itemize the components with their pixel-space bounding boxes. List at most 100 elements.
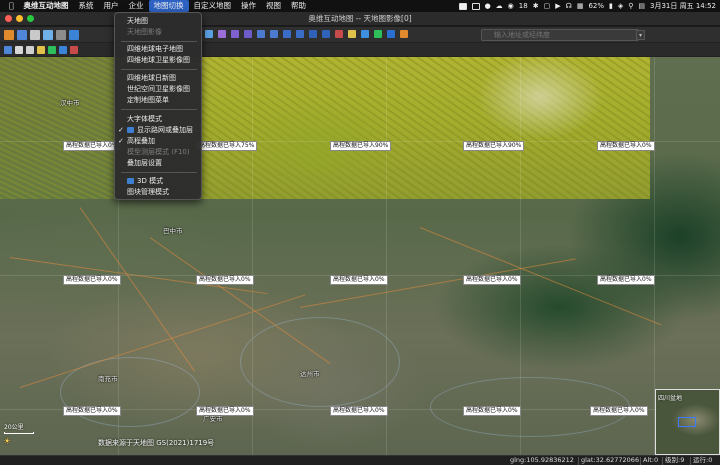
menu-enterprise[interactable]: 企业 [124, 0, 149, 12]
menu-help[interactable]: 帮助 [286, 0, 311, 12]
menu-user[interactable]: 用户 [99, 0, 124, 12]
city-label[interactable]: 南充市 [98, 373, 118, 383]
tile-label: 高程数据已导入0% [330, 275, 388, 285]
city-label[interactable]: 达州市 [300, 368, 320, 378]
checkmark-icon: ✓ [118, 137, 124, 145]
battery-icon[interactable]: ▮ [609, 0, 613, 12]
menu-item-label: 四维地球电子地图 [127, 45, 183, 53]
layers-icon[interactable] [43, 29, 53, 40]
area-icon[interactable] [270, 30, 278, 38]
navigation-icon[interactable] [309, 30, 317, 38]
menu-item-large-font[interactable]: 大字体模式 [115, 114, 201, 125]
route-icon[interactable] [283, 30, 291, 38]
city-label[interactable]: 汉中市 [60, 97, 80, 107]
scale-label: 20公里 [4, 424, 24, 431]
minimap-viewport[interactable] [678, 417, 696, 427]
menu-item-siwei-satellite[interactable]: 四维地球卫星影像图 [115, 55, 201, 66]
map-view[interactable]: 高程数据已导入0% 高程数据已导入75% 高程数据已导入90% 高程数据已导入9… [0, 57, 720, 455]
delete-icon[interactable] [70, 45, 78, 54]
menu-operation[interactable]: 操作 [236, 0, 261, 12]
favorites-icon[interactable] [400, 30, 408, 38]
menu-item-tile-manager[interactable]: 图块管理模式 [115, 187, 201, 198]
menu-item-label: 四维地球卫星影像图 [127, 56, 190, 64]
tile-label: 高程数据已导入0% [196, 275, 254, 285]
pushpin-icon[interactable] [37, 45, 45, 54]
mic-icon[interactable]: ● [485, 0, 491, 12]
menu-view[interactable]: 视图 [261, 0, 286, 12]
search-dropdown-icon[interactable]: ▾ [636, 30, 645, 40]
location-icon[interactable] [374, 30, 382, 38]
compass-icon[interactable] [322, 30, 330, 38]
doc-icon[interactable] [4, 45, 12, 54]
menu-item-siwei-vector[interactable]: 四维地球电子地图 [115, 44, 201, 55]
search-input[interactable] [481, 29, 639, 41]
menu-custom-map[interactable]: 自定义地图 [189, 0, 237, 12]
menu-app-name[interactable]: 奥维互动地图 [19, 0, 74, 12]
page-icon[interactable] [15, 45, 23, 54]
datetime: 3月31日 周五 14:52 [650, 2, 716, 10]
menu-item-3d-mode[interactable]: 3D 模式 [115, 176, 201, 187]
save-icon[interactable] [17, 29, 27, 40]
cloud-sync-icon[interactable] [387, 30, 395, 38]
menu-map-switch[interactable]: 地图切换 [148, 0, 189, 12]
overview-minimap[interactable]: 四川盆地 [655, 389, 720, 455]
marker-red-icon[interactable] [335, 30, 343, 38]
menu-item-siwei-daily[interactable]: 四维地球日新图 [115, 73, 201, 84]
ovital-logo: ☀ [3, 437, 12, 447]
control-center-icon[interactable]: ▤ [638, 0, 645, 12]
folder-icon[interactable] [4, 29, 14, 40]
run-readout: 运行:0 [693, 456, 713, 464]
window-tray-icon[interactable] [471, 2, 480, 10]
info-icon[interactable] [361, 30, 369, 38]
bluetooth-icon[interactable]: ✱ [533, 0, 539, 12]
polygon-icon[interactable] [244, 30, 252, 38]
menu-item-show-roads[interactable]: ✓ 显示路网或叠加层 [115, 125, 201, 136]
menubar:  奥维互动地图 系统 用户 企业 地图切换 自定义地图 操作 视图 帮助 ● … [0, 0, 720, 12]
apple-icon[interactable]:  [4, 0, 19, 12]
track-icon[interactable] [296, 30, 304, 38]
note-icon[interactable] [26, 45, 34, 54]
city-label[interactable]: 广安市 [203, 413, 223, 423]
cloud-icon[interactable]: ☁ [496, 0, 503, 12]
menu-item-label: 3D 模式 [137, 177, 164, 185]
app-tray-icon[interactable] [458, 2, 467, 10]
polyline-icon[interactable] [231, 30, 239, 38]
menubar-status: ● ☁ ◉ 18 ✱ ▢ ▶ ☊ ▦ 62% ▮ ◈ ⚲ ▤ 3月31日 周五 … [458, 0, 716, 12]
wifi-icon[interactable]: ◈ [618, 0, 623, 12]
flag-icon[interactable] [48, 45, 56, 54]
tile-label: 高程数据已导入90% [330, 141, 392, 151]
menu-item-model-layer: 模型测层模式 (F10) [115, 147, 201, 158]
tile-label: 高程数据已导入0% [597, 141, 655, 151]
export-icon[interactable] [59, 45, 67, 54]
refresh-icon[interactable] [56, 29, 66, 40]
grid-icon[interactable]: ▦ [577, 0, 584, 12]
star-icon[interactable] [348, 30, 356, 38]
altitude-readout: Alt:0 [643, 456, 659, 464]
scale-bar [4, 432, 34, 434]
menu-item-elevation-overlay[interactable]: ✓ 高程叠加 [115, 136, 201, 147]
grid-view-icon[interactable] [69, 29, 79, 40]
play-icon[interactable]: ▶ [555, 0, 560, 12]
print-icon[interactable] [30, 29, 40, 40]
tile-label: 高程数据已导入0% [63, 275, 121, 285]
search-spotlight-icon[interactable]: ⚲ [628, 0, 633, 12]
menu-item-label: 天地图 [127, 17, 148, 25]
longitude-readout: glng:105.92836212 [510, 456, 574, 464]
measure-icon[interactable] [257, 30, 265, 38]
headphones-icon[interactable]: ☊ [566, 0, 572, 12]
city-label[interactable]: 巴中市 [163, 225, 183, 235]
menu-system[interactable]: 系统 [74, 0, 99, 12]
menu-item-century-space[interactable]: 世纪空间卫星影像图 [115, 84, 201, 95]
tile-label: 高程数据已导入0% [63, 406, 121, 416]
pin-icon[interactable] [205, 30, 213, 38]
menu-item-custom-map-menu[interactable]: 定制地图菜单 [115, 95, 201, 106]
tile-label: 高程数据已导入0% [597, 275, 655, 285]
menu-item-overlay-settings[interactable]: 叠加层设置 [115, 158, 201, 169]
menu-item-tianditu[interactable]: 天地图 [115, 16, 201, 27]
tile-label: 高程数据已导入0% [330, 406, 388, 416]
battery-percent: 62% [588, 2, 604, 10]
map-switch-dropdown: 天地图 天地图影像 四维地球电子地图 四维地球卫星影像图 四维地球日新图 世纪空… [114, 12, 202, 200]
wechat-icon[interactable]: ◉ [508, 0, 514, 12]
line-tool-icon[interactable] [218, 30, 226, 38]
shield-icon[interactable]: ▢ [544, 0, 551, 12]
